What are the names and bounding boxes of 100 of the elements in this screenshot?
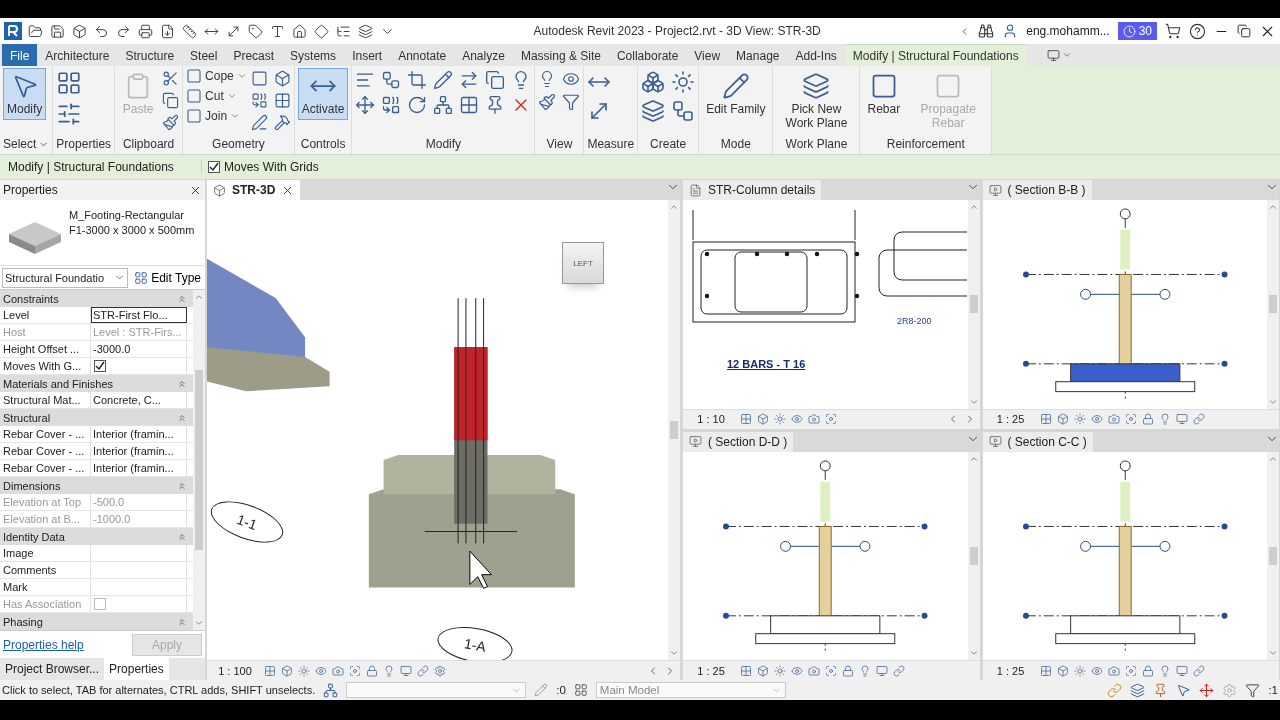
ruler-icon[interactable] (182, 23, 197, 39)
cart-icon[interactable] (1165, 23, 1181, 39)
model-dropdown[interactable]: Main Model (595, 682, 786, 698)
type-selector[interactable]: M_Footing-Rectangular F1-3000 x 3000 x 500mm (0, 200, 205, 266)
redo-icon[interactable] (116, 23, 131, 39)
scroll-down-icon[interactable] (194, 618, 204, 628)
lock-icon[interactable] (842, 664, 854, 677)
binoculars-icon[interactable] (978, 23, 995, 39)
filter-icon[interactable] (562, 93, 581, 111)
edit-type-button[interactable]: Edit Type (132, 270, 203, 285)
paintbrush-icon[interactable] (162, 114, 180, 131)
user-name[interactable]: eng.mohamm... (1026, 24, 1110, 38)
scroll-bar[interactable] (193, 290, 205, 630)
scroll-thumb[interactable] (1269, 546, 1277, 565)
checkbox[interactable] (208, 161, 220, 173)
paintbrush-icon[interactable] (538, 93, 557, 111)
view-scale[interactable]: 1 : 100 (211, 664, 259, 677)
property-value[interactable]: Concrete, C... (91, 392, 187, 408)
property-value[interactable]: Interior (framin... (91, 460, 187, 476)
ribbon-tab[interactable]: Manage (728, 44, 788, 66)
tool-button[interactable]: Activate (297, 68, 349, 120)
ribbon-tab[interactable]: Modify | Structural Foundations (844, 44, 1027, 66)
diamond-icon[interactable] (314, 23, 329, 39)
document-tab[interactable]: STR-3D (207, 180, 301, 200)
tool-button[interactable]: Cope (186, 68, 247, 84)
section-icon[interactable] (988, 183, 1002, 197)
ribbon-tab[interactable]: Massing & Site (512, 44, 609, 66)
ribbon-tab[interactable]: File (2, 44, 38, 66)
section-icon[interactable] (689, 435, 702, 448)
ribbon-tab[interactable]: Analyze (454, 44, 513, 66)
select-links-icon[interactable] (1107, 682, 1123, 698)
help-icon[interactable] (1189, 22, 1206, 40)
property-group-header[interactable]: Dimensions (0, 477, 193, 494)
tool-button[interactable]: Cut (186, 88, 247, 104)
property-value[interactable] (91, 358, 187, 374)
help-link[interactable]: Properties help (3, 637, 84, 652)
text-icon[interactable] (270, 23, 285, 39)
view-scale[interactable]: 1 : 10 (687, 413, 735, 425)
scroll-bar[interactable] (967, 200, 980, 409)
sliders-icon[interactable] (56, 101, 83, 127)
category-dropdown[interactable]: Structural Foundatio (2, 267, 129, 288)
cube-icon[interactable] (213, 183, 226, 197)
scroll-down-icon[interactable] (968, 648, 979, 658)
filter-icon[interactable] (1245, 682, 1261, 698)
sun-icon[interactable] (774, 413, 786, 425)
rotate-icon[interactable] (407, 95, 428, 115)
section-icon[interactable] (988, 435, 1002, 448)
printer-icon[interactable] (138, 23, 153, 39)
ribbon-tab[interactable]: Systems (282, 44, 345, 66)
tool-button[interactable]: Pick New Work Plane (776, 68, 857, 134)
scroll-thumb[interactable] (670, 421, 678, 439)
scroll-up-icon[interactable] (194, 292, 204, 302)
document-tab[interactable]: ( Section D-D ) (683, 431, 794, 452)
list-icon[interactable] (336, 23, 351, 39)
view-scale[interactable]: 1 : 25 (986, 664, 1035, 677)
ribbon-tab[interactable]: Insert (344, 44, 391, 66)
copy-icon[interactable] (485, 70, 506, 90)
scroll-bar[interactable] (967, 451, 980, 660)
workset-field[interactable] (346, 682, 527, 698)
lock-icon[interactable] (1141, 413, 1154, 425)
property-value[interactable]: STR-First Flo... (91, 307, 187, 323)
panel-menu-button[interactable]: Select (3, 134, 50, 154)
pencil-icon[interactable] (433, 70, 454, 90)
panel-tab[interactable]: Properties (104, 658, 169, 680)
ribbon-tab[interactable]: Annotate (390, 44, 455, 66)
aligned-dimension-icon[interactable] (226, 23, 241, 39)
scroll-thumb[interactable] (195, 370, 203, 550)
panel-tab[interactable]: Project Browser... (0, 658, 105, 680)
cube-icon[interactable] (72, 23, 87, 39)
ribbon-tab[interactable]: Architecture (37, 44, 118, 66)
layers-icon[interactable] (358, 23, 373, 39)
sun-icon[interactable] (298, 664, 310, 677)
document-tab[interactable]: ( Section B-B ) (982, 180, 1092, 200)
checkbox[interactable] (94, 360, 106, 372)
select-pinned-icon[interactable] (1153, 682, 1169, 698)
restore-icon[interactable] (1237, 24, 1251, 38)
eye-icon[interactable] (562, 70, 581, 88)
scroll-up-icon[interactable] (669, 202, 679, 212)
tool-button[interactable]: Rebar (863, 68, 905, 120)
grid-icon[interactable] (273, 92, 291, 109)
copy-icon[interactable] (162, 92, 180, 109)
folder-icon[interactable] (28, 23, 43, 39)
ribbon-tab[interactable]: View (686, 44, 729, 66)
scroll-thumb[interactable] (969, 546, 978, 565)
view-cube[interactable]: LEFT (562, 242, 604, 284)
scroll-down-icon[interactable] (669, 648, 679, 658)
move-icon[interactable] (355, 95, 376, 115)
document-tab[interactable]: ( Section C-C ) (982, 431, 1093, 452)
sheet-icon[interactable] (689, 183, 702, 197)
lock-icon[interactable] (1141, 664, 1154, 677)
tool-button[interactable]: Edit Family (702, 68, 770, 120)
hammer-icon[interactable] (273, 114, 291, 131)
property-value[interactable]: Interior (framin... (91, 443, 187, 459)
ribbon-tab[interactable]: Add-Ins (787, 44, 845, 66)
scissors-icon[interactable] (162, 70, 180, 87)
scroll-thumb[interactable] (969, 295, 978, 314)
sun-icon[interactable] (1073, 413, 1086, 425)
scroll-bar[interactable] (668, 200, 680, 660)
house-icon[interactable] (292, 23, 307, 39)
scroll-thumb[interactable] (1269, 295, 1277, 314)
